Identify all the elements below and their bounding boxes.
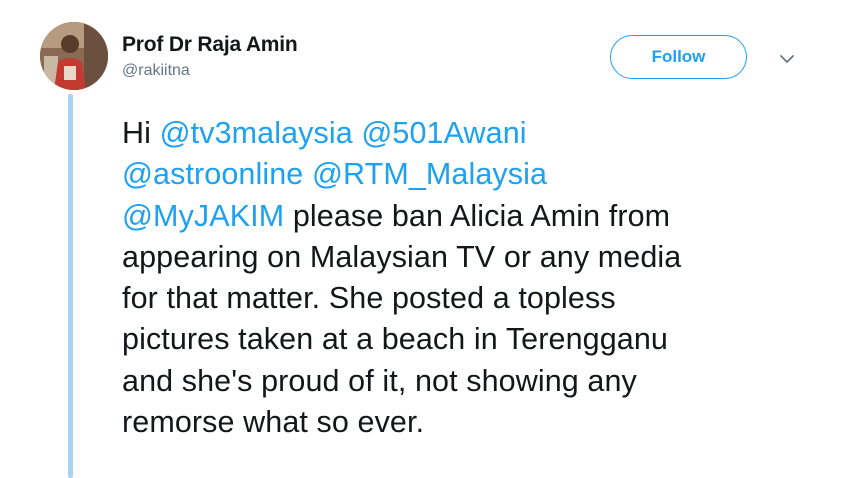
tweet-text-line: remorse what so ever. bbox=[122, 402, 822, 443]
tweet-text-line: appearing on Malaysian TV or any media bbox=[122, 237, 822, 278]
follow-button[interactable]: Follow bbox=[610, 35, 747, 79]
tweet-text-line: pictures taken at a beach in Terengganu bbox=[122, 319, 822, 360]
avatar-photo bbox=[40, 22, 108, 90]
mention-link[interactable]: @astroonline bbox=[122, 157, 303, 191]
mention-link[interactable]: @RTM_Malaysia bbox=[312, 157, 547, 191]
tweet-text-segment bbox=[303, 157, 312, 191]
mention-link[interactable]: @MyJAKIM bbox=[122, 199, 284, 233]
tweet-text-line: Hi @tv3malaysia @501Awani bbox=[122, 113, 822, 154]
tweet-text-line: @MyJAKIM please ban Alicia Amin from bbox=[122, 196, 822, 237]
tweet-text: Hi @tv3malaysia @501Awani @astroonline @R… bbox=[122, 113, 822, 443]
mention-link[interactable]: @tv3malaysia bbox=[160, 116, 353, 150]
tweet-text-segment: pictures taken at a beach in Terengganu bbox=[122, 322, 668, 357]
thread-line bbox=[68, 94, 73, 478]
author-info: Prof Dr Raja Amin @rakiitna bbox=[122, 32, 298, 82]
tweet-text-segment: for that matter. She posted a topless bbox=[122, 281, 616, 316]
tweet-text-segment: please ban Alicia Amin from bbox=[284, 198, 671, 233]
tweet-card: Prof Dr Raja Amin @rakiitna Follow Hi @t… bbox=[0, 0, 849, 478]
tweet-text-line: and she's proud of it, not showing any bbox=[122, 361, 822, 402]
display-name[interactable]: Prof Dr Raja Amin bbox=[122, 32, 298, 58]
chevron-down-icon[interactable] bbox=[777, 49, 797, 69]
tweet-text-segment: remorse what so ever. bbox=[122, 405, 425, 440]
tweet-text-segment: Hi bbox=[122, 116, 160, 150]
tweet-text-line: @astroonline @RTM_Malaysia bbox=[122, 154, 822, 195]
tweet-text-segment: appearing on Malaysian TV or any media bbox=[122, 239, 682, 274]
tweet-text-segment: and she's proud of it, not showing any bbox=[122, 363, 637, 398]
tweet-text-line: for that matter. She posted a topless bbox=[122, 278, 822, 319]
avatar[interactable] bbox=[40, 22, 108, 90]
mention-link[interactable]: @501Awani bbox=[361, 116, 526, 150]
user-handle[interactable]: @rakiitna bbox=[122, 60, 298, 82]
